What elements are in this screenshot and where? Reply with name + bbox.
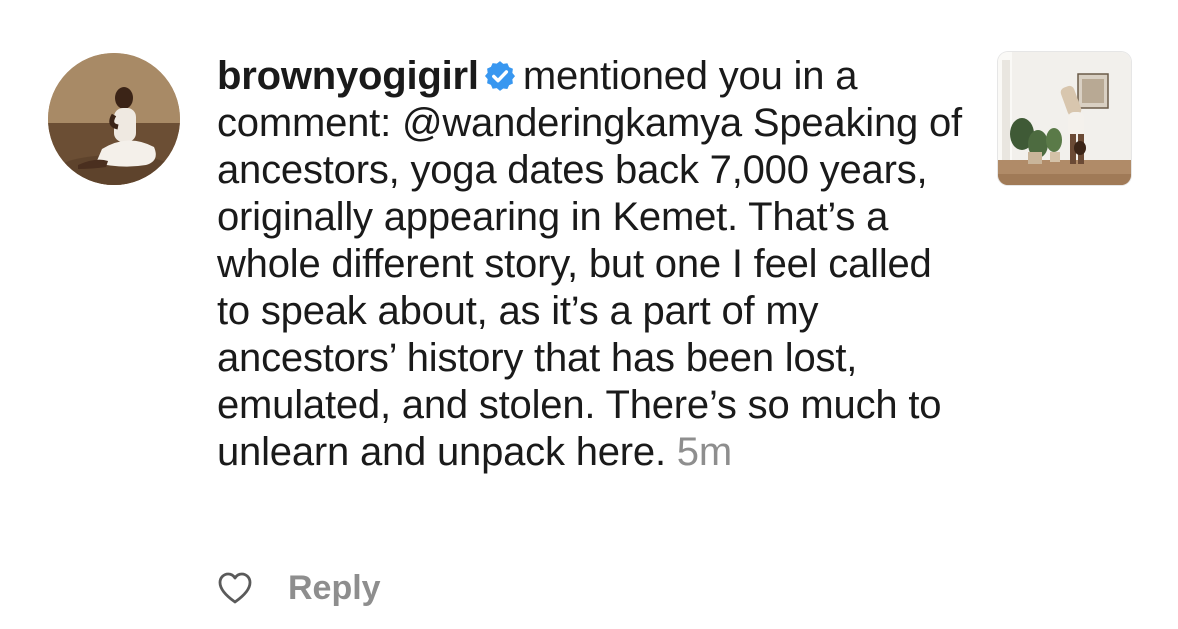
comment-body: Speaking of ancestors, yoga dates back 7… [217,101,962,474]
post-thumbnail[interactable] [998,52,1131,185]
heart-outline-icon[interactable] [217,571,253,605]
mention-link[interactable]: @wanderingkamya [402,101,742,145]
timestamp: 5m [676,430,732,474]
notification-text: brownyogigirl mentioned you in a comment… [217,53,962,476]
verified-badge-icon [483,59,517,93]
username-link[interactable]: brownyogigirl [217,54,479,98]
user-avatar[interactable] [48,53,180,185]
reply-button[interactable]: Reply [288,569,381,608]
action-row: Reply [217,564,381,612]
